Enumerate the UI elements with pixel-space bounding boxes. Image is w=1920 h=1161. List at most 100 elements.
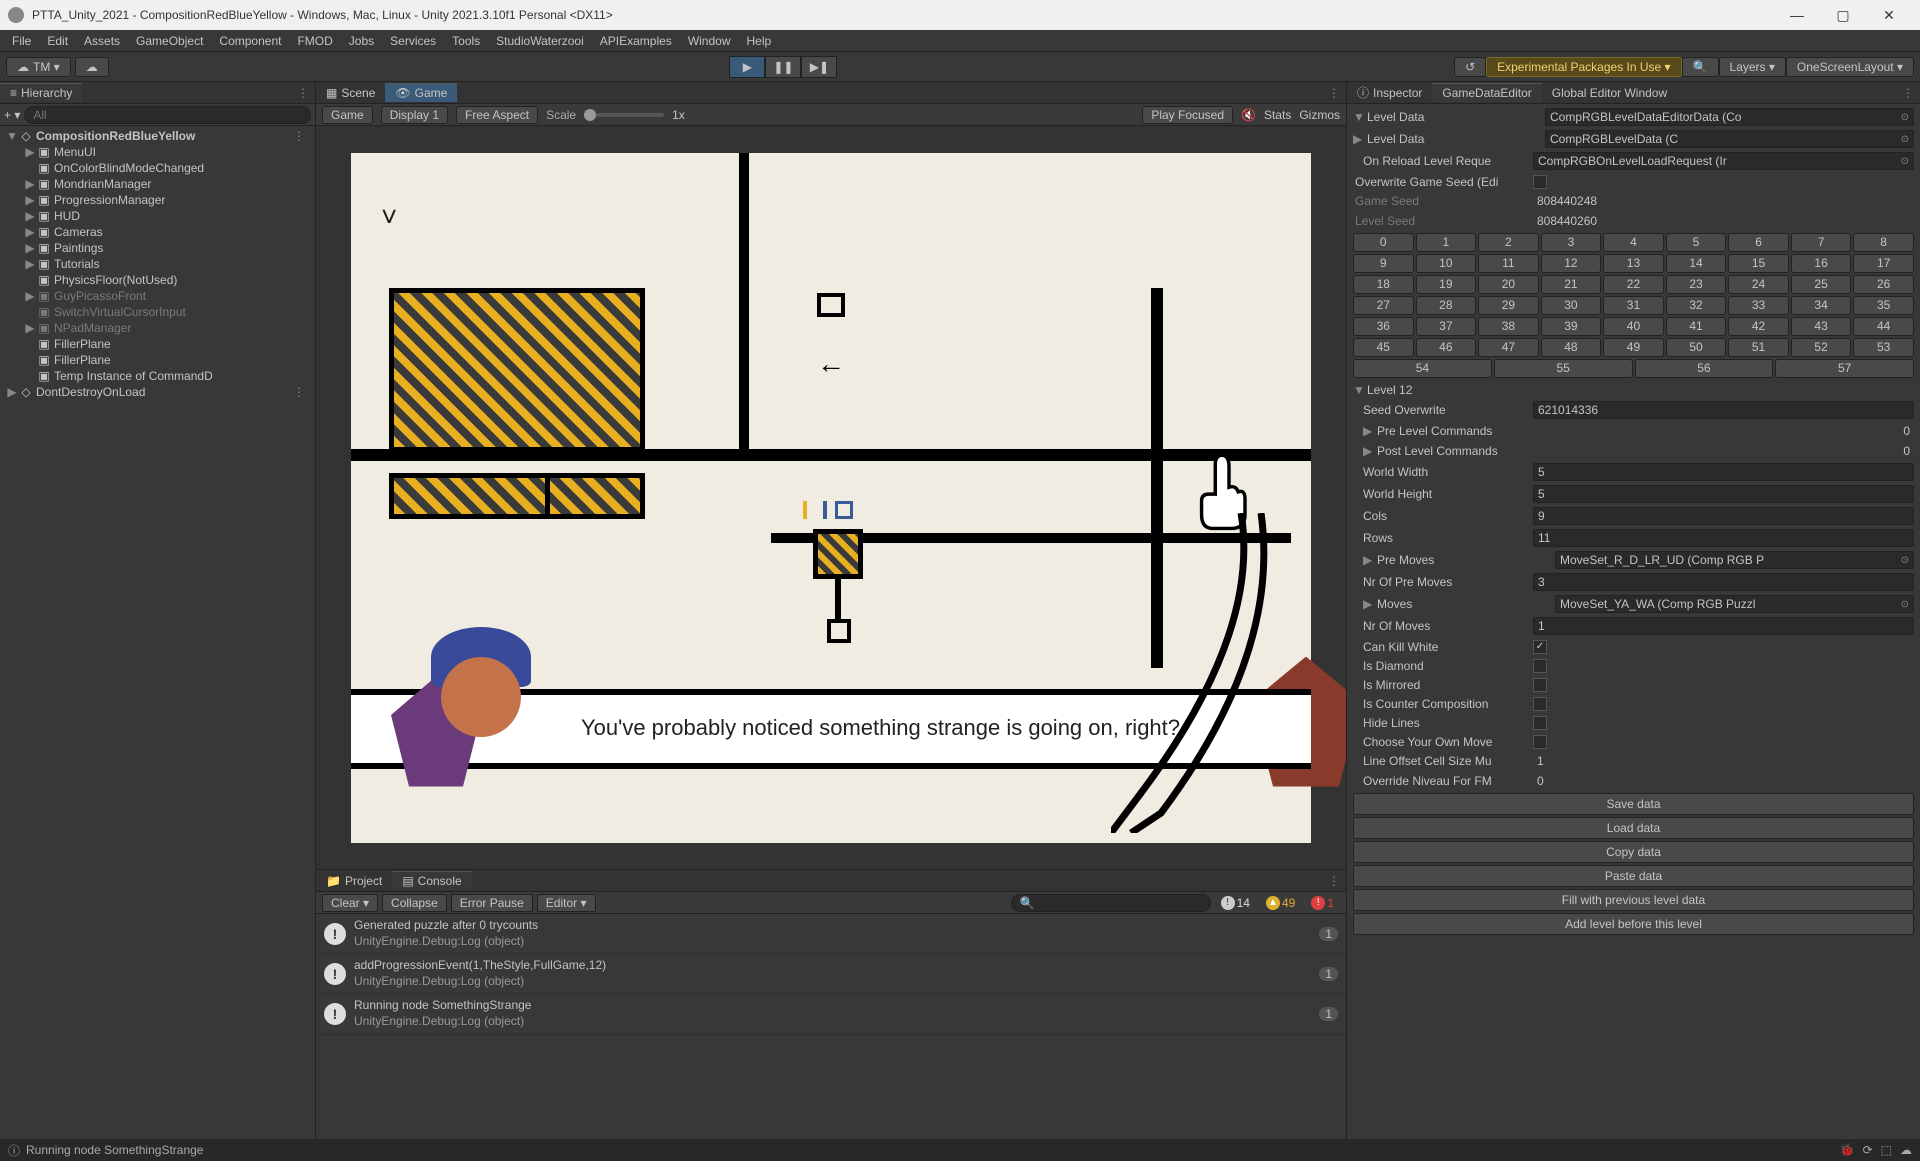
pre-moves-field[interactable]: MoveSet_R_D_LR_UD (Comp RGB P [1555, 551, 1914, 569]
level-button-13[interactable]: 13 [1603, 254, 1664, 273]
level-button-38[interactable]: 38 [1478, 317, 1539, 336]
level-button-32[interactable]: 32 [1666, 296, 1727, 315]
level-button-4[interactable]: 4 [1603, 233, 1664, 252]
level-button-42[interactable]: 42 [1728, 317, 1789, 336]
scale-slider[interactable] [584, 113, 664, 117]
level-button-9[interactable]: 9 [1353, 254, 1414, 273]
menu-file[interactable]: File [4, 32, 39, 50]
gizmos-toggle[interactable]: Gizmos [1299, 108, 1340, 122]
level-button-23[interactable]: 23 [1666, 275, 1727, 294]
level-button-37[interactable]: 37 [1416, 317, 1477, 336]
status-cache-icon[interactable]: ⬚ [1881, 1143, 1892, 1157]
level-button-10[interactable]: 10 [1416, 254, 1477, 273]
log-row[interactable]: !addProgressionEvent(1,TheStyle,FullGame… [316, 954, 1346, 994]
level-button-12[interactable]: 12 [1541, 254, 1602, 273]
log-row[interactable]: !Generated puzzle after 0 trycountsUnity… [316, 914, 1346, 954]
aspect-dropdown[interactable]: Free Aspect [456, 106, 538, 124]
warn-count-badge[interactable]: ▲49 [1260, 895, 1301, 911]
log-row[interactable]: !Running node SomethingStrangeUnityEngin… [316, 994, 1346, 1034]
tree-item[interactable]: ▶▣HUD [0, 208, 315, 224]
level-button-48[interactable]: 48 [1541, 338, 1602, 357]
tree-item[interactable]: ▣FillerPlane [0, 352, 315, 368]
hierarchy-search[interactable] [24, 106, 311, 124]
tab-console[interactable]: ▤ Console [392, 871, 471, 890]
console-options-icon[interactable]: ⋮ [1322, 874, 1346, 888]
tree-item[interactable]: ▶▣Cameras [0, 224, 315, 240]
menu-fmod[interactable]: FMOD [289, 32, 340, 50]
level-button-44[interactable]: 44 [1853, 317, 1914, 336]
moves-label[interactable]: Moves [1375, 597, 1555, 611]
add-level-button[interactable]: Add level before this level [1353, 913, 1914, 935]
clear-button[interactable]: Clear ▾ [322, 894, 378, 912]
level-button-51[interactable]: 51 [1728, 338, 1789, 357]
level-button-21[interactable]: 21 [1541, 275, 1602, 294]
tree-item[interactable]: ▣OnColorBlindModeChanged [0, 160, 315, 176]
level-button-14[interactable]: 14 [1666, 254, 1727, 273]
gameview-options-icon[interactable]: ⋮ [1322, 86, 1346, 100]
seed-overwrite-field[interactable]: 621014336 [1533, 401, 1914, 419]
tree-item[interactable]: ▶▣ProgressionManager [0, 192, 315, 208]
fill-previous-button[interactable]: Fill with previous level data [1353, 889, 1914, 911]
level-button-49[interactable]: 49 [1603, 338, 1664, 357]
status-progress-icon[interactable]: ⟳ [1863, 1143, 1873, 1157]
level-button-17[interactable]: 17 [1853, 254, 1914, 273]
cloud-button[interactable]: ☁ [75, 57, 109, 77]
menu-edit[interactable]: Edit [39, 32, 76, 50]
level-button-28[interactable]: 28 [1416, 296, 1477, 315]
add-dropdown[interactable]: + ▾ [4, 108, 20, 122]
choose-own-checkbox[interactable] [1533, 735, 1547, 749]
pre-level-commands-label[interactable]: Pre Level Commands [1375, 424, 1555, 438]
is-counter-checkbox[interactable] [1533, 697, 1547, 711]
undo-history-button[interactable]: ↺ [1454, 57, 1486, 77]
level-button-25[interactable]: 25 [1791, 275, 1852, 294]
tree-item[interactable]: ▼◇CompositionRedBlueYellow⋮ [0, 128, 315, 144]
is-diamond-checkbox[interactable] [1533, 659, 1547, 673]
layout-dropdown[interactable]: OneScreenLayout ▾ [1786, 57, 1914, 77]
menu-help[interactable]: Help [739, 32, 780, 50]
level-button-16[interactable]: 16 [1791, 254, 1852, 273]
level-button-33[interactable]: 33 [1728, 296, 1789, 315]
game-mode-dropdown[interactable]: Game [322, 106, 373, 124]
tree-item[interactable]: ▶▣MondrianManager [0, 176, 315, 192]
level-button-30[interactable]: 30 [1541, 296, 1602, 315]
menu-apiexamples[interactable]: APIExamples [592, 32, 680, 50]
level-button-18[interactable]: 18 [1353, 275, 1414, 294]
leveldata-field[interactable]: CompRGBLevelData (C [1545, 130, 1914, 148]
pre-moves-label[interactable]: Pre Moves [1375, 553, 1555, 567]
tree-item[interactable]: ▣Temp Instance of CommandD [0, 368, 315, 384]
tab-project[interactable]: 📁 Project [316, 872, 392, 890]
tree-item[interactable]: ▶▣GuyPicassoFront [0, 288, 315, 304]
level-button-27[interactable]: 27 [1353, 296, 1414, 315]
leveldata-header-field[interactable]: CompRGBLevelDataEditorData (Co [1545, 108, 1914, 126]
menu-gameobject[interactable]: GameObject [128, 32, 211, 50]
level-button-6[interactable]: 6 [1728, 233, 1789, 252]
tab-globaleditorwindow[interactable]: Global Editor Window [1542, 84, 1677, 102]
copy-data-button[interactable]: Copy data [1353, 841, 1914, 863]
level-button-40[interactable]: 40 [1603, 317, 1664, 336]
level-button-0[interactable]: 0 [1353, 233, 1414, 252]
level-button-19[interactable]: 19 [1416, 275, 1477, 294]
hide-lines-checkbox[interactable] [1533, 716, 1547, 730]
tree-item[interactable]: ▶▣NPadManager [0, 320, 315, 336]
level-button-15[interactable]: 15 [1728, 254, 1789, 273]
display-dropdown[interactable]: Display 1 [381, 106, 448, 124]
nr-pre-moves-field[interactable]: 3 [1533, 573, 1914, 591]
level-button-26[interactable]: 26 [1853, 275, 1914, 294]
tab-inspector[interactable]: ⓘ Inspector [1347, 82, 1432, 103]
level-button-35[interactable]: 35 [1853, 296, 1914, 315]
account-dropdown[interactable]: ☁ TM ▾ [6, 57, 71, 77]
level-button-20[interactable]: 20 [1478, 275, 1539, 294]
maximize-button[interactable]: ▢ [1820, 0, 1866, 30]
search-button[interactable]: 🔍 [1682, 57, 1719, 77]
is-mirrored-checkbox[interactable] [1533, 678, 1547, 692]
game-canvas[interactable]: ˅ ← You've probably noticed something [351, 153, 1311, 843]
play-button[interactable]: ▶ [729, 56, 765, 78]
tree-item[interactable]: ▶▣Paintings [0, 240, 315, 256]
tab-hierarchy[interactable]: ≡ Hierarchy [0, 83, 82, 102]
level-button-1[interactable]: 1 [1416, 233, 1477, 252]
world-height-field[interactable]: 5 [1533, 485, 1914, 503]
status-cloud-icon[interactable]: ☁ [1900, 1143, 1912, 1157]
pause-button[interactable]: ❚❚ [765, 56, 801, 78]
tree-item[interactable]: ▶◇DontDestroyOnLoad⋮ [0, 384, 315, 400]
close-button[interactable]: ✕ [1866, 0, 1912, 30]
